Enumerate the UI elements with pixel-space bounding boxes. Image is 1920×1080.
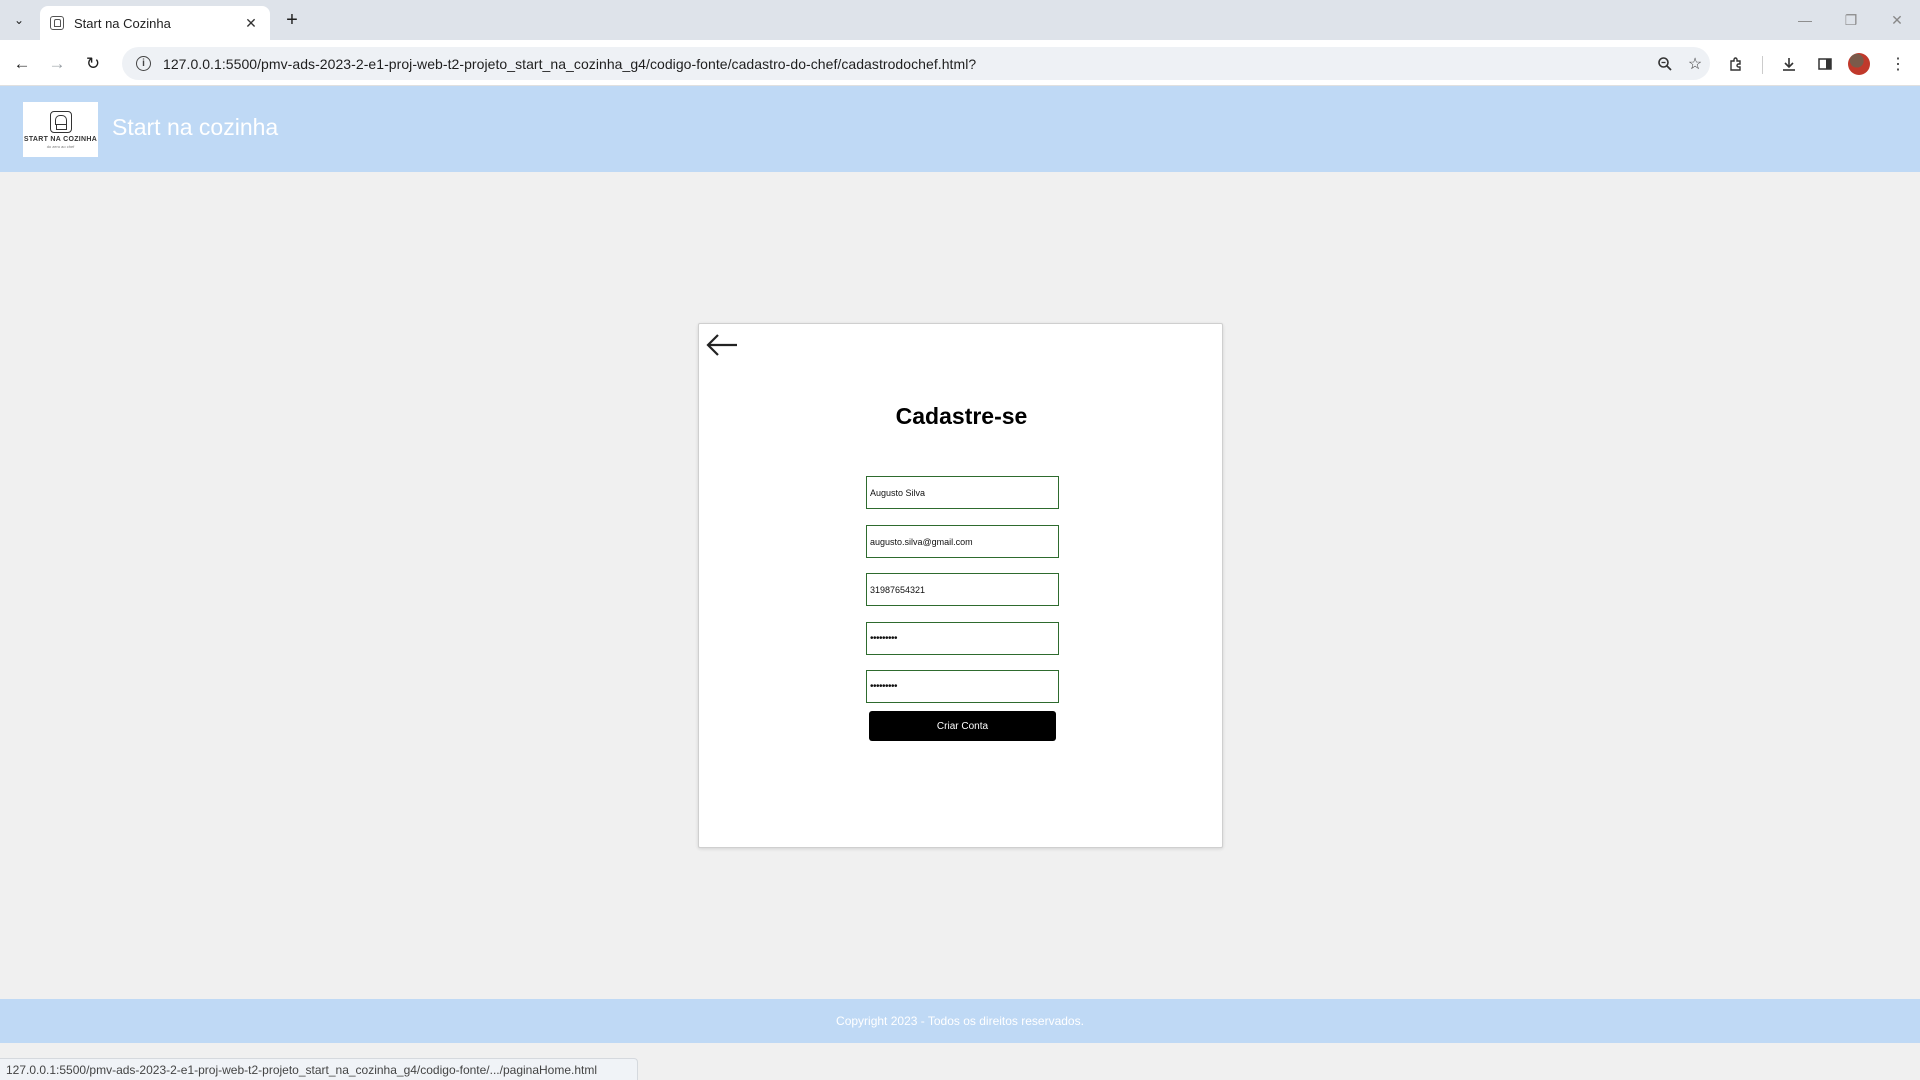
logo-subtext: do zero ao chef: [46, 143, 75, 149]
side-panel-icon[interactable]: [1811, 50, 1839, 78]
toolbar-separator: [1762, 56, 1763, 74]
create-account-button[interactable]: Criar Conta: [869, 711, 1056, 741]
url-text[interactable]: 127.0.0.1:5500/pmv-ads-2023-2-e1-proj-we…: [163, 56, 1650, 72]
name-field[interactable]: Augusto Silva: [866, 476, 1059, 509]
back-icon[interactable]: ←: [8, 50, 36, 78]
password-field[interactable]: •••••••••: [866, 622, 1059, 655]
signup-card: Cadastre-se Augusto Silva augusto.silva@…: [698, 323, 1223, 848]
tab-search-icon[interactable]: ⌄: [6, 9, 32, 31]
site-footer: Copyright 2023 - Todos os direitos reser…: [0, 999, 1920, 1043]
phone-field[interactable]: 31987654321: [866, 573, 1059, 606]
window-close-icon[interactable]: ✕: [1882, 8, 1912, 32]
chef-hat-icon: [49, 110, 72, 133]
tab-favicon-icon: [50, 16, 64, 30]
back-arrow-icon[interactable]: [704, 330, 740, 360]
status-bar-url: 127.0.0.1:5500/pmv-ads-2023-2-e1-proj-we…: [0, 1058, 638, 1080]
reload-icon[interactable]: ↻: [79, 50, 107, 78]
site-title: Start na cozinha: [112, 114, 279, 140]
forward-icon[interactable]: →: [43, 50, 71, 78]
new-tab-icon[interactable]: +: [278, 8, 306, 32]
site-logo[interactable]: START NA COZINHA do zero ao chef: [23, 102, 98, 157]
menu-kebab-icon[interactable]: ⋮: [1884, 50, 1912, 78]
tab-title: Start na Cozinha: [74, 15, 171, 31]
restore-icon[interactable]: ❐: [1836, 8, 1866, 32]
minimize-icon[interactable]: —: [1790, 8, 1820, 32]
browser-toolbar: ← → ↻ i 127.0.0.1:5500/pmv-ads-2023-2-e1…: [0, 40, 1920, 86]
logo-text: START NA COZINHA: [23, 135, 98, 143]
profile-avatar[interactable]: [1848, 53, 1870, 75]
browser-tab[interactable]: Start na Cozinha ✕: [40, 6, 270, 40]
email-field[interactable]: augusto.silva@gmail.com: [866, 525, 1059, 558]
site-info-icon[interactable]: i: [136, 56, 151, 71]
bookmark-star-icon[interactable]: ☆: [1680, 50, 1710, 78]
form-title: Cadastre-se: [895, 403, 1028, 429]
browser-tabstrip: ⌄ Start na Cozinha ✕ + — ❐ ✕: [0, 0, 1920, 40]
address-bar[interactable]: i 127.0.0.1:5500/pmv-ads-2023-2-e1-proj-…: [122, 47, 1710, 80]
site-header: START NA COZINHA do zero ao chef Start n…: [0, 86, 1920, 172]
tab-close-icon[interactable]: ✕: [242, 15, 260, 32]
footer-copyright: Copyright 2023 - Todos os direitos reser…: [836, 1014, 1084, 1028]
zoom-icon[interactable]: [1650, 50, 1680, 78]
extensions-icon[interactable]: [1722, 50, 1750, 78]
download-icon[interactable]: [1775, 50, 1803, 78]
confirm-password-field[interactable]: •••••••••: [866, 670, 1059, 703]
